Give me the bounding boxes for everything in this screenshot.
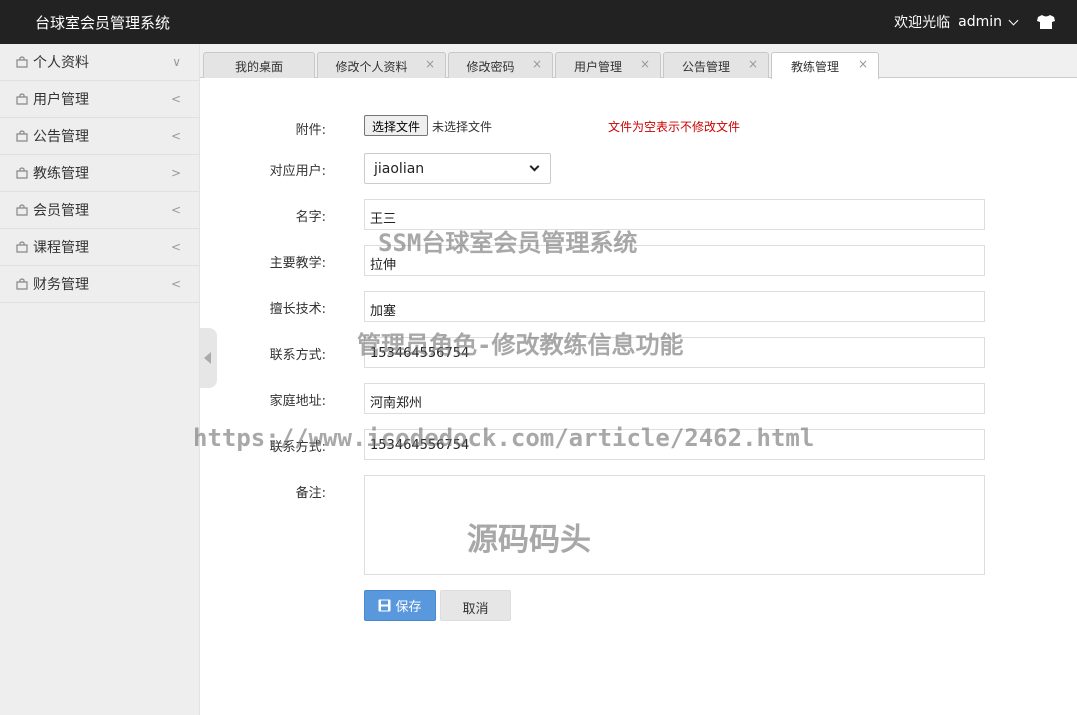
sidebar-item-label: 教练管理 [33, 166, 89, 182]
user-menu[interactable]: admin [958, 14, 1002, 30]
tab-user-management[interactable]: 用户管理 × [555, 52, 661, 78]
sidebar-item-label: 课程管理 [33, 240, 89, 256]
address-field[interactable]: 河南郑州 [364, 383, 985, 414]
tab-change-password[interactable]: 修改密码 × [448, 52, 553, 78]
address-label: 家庭地址: [269, 394, 326, 409]
tab-label: 用户管理 [573, 60, 622, 74]
remark-textarea[interactable] [364, 475, 985, 575]
close-icon[interactable]: × [640, 57, 650, 71]
header-user-area: 欢迎光临 admin [894, 12, 1055, 32]
cancel-button[interactable]: 取消 [440, 590, 511, 621]
tab-desktop[interactable]: 我的桌面 [203, 52, 315, 78]
chevron-left-icon: < [170, 240, 181, 254]
watermark-title: SSM台球室会员管理系统 [378, 229, 638, 257]
sidebar-item-label: 财务管理 [33, 277, 89, 293]
sidebar-item-label: 个人资料 [33, 55, 89, 71]
bag-icon [16, 93, 28, 105]
chevron-down-icon[interactable] [1008, 15, 1019, 25]
save-label: 保存 [395, 600, 422, 615]
save-button[interactable]: 保存 [364, 590, 436, 621]
skill-field[interactable]: 加塞 [364, 291, 985, 322]
watermark-brand: 源码码头 [467, 522, 591, 558]
sidebar: 个人资料 ∨ 用户管理 < 公告管理 < 教练管理 > 会员管理 < 课程管理 … [0, 44, 200, 715]
sidebar-item-courses[interactable]: 课程管理 < [0, 229, 199, 266]
tab-label: 我的桌面 [234, 60, 283, 74]
tab-edit-profile[interactable]: 修改个人资料 × [317, 52, 446, 78]
tab-bar: 我的桌面 修改个人资料 × 修改密码 × 用户管理 × 公告管理 × 教练管理 … [200, 44, 1077, 79]
close-icon[interactable]: × [532, 57, 542, 71]
sidebar-item-label: 会员管理 [33, 203, 89, 219]
close-icon[interactable]: × [748, 57, 758, 71]
bag-icon [16, 278, 28, 290]
sidebar-item-finance[interactable]: 财务管理 < [0, 266, 199, 303]
user-label: 对应用户: [269, 164, 326, 179]
user-select[interactable]: jiaolian [364, 153, 551, 184]
close-icon[interactable]: × [425, 57, 435, 71]
tab-coach-management[interactable]: 教练管理 × [771, 52, 879, 79]
teaching-label: 主要教学: [269, 256, 326, 271]
tab-label: 修改密码 [466, 60, 515, 74]
file-status: 未选择文件 [432, 120, 493, 134]
sidebar-item-label: 公告管理 [33, 129, 89, 145]
sidebar-item-users[interactable]: 用户管理 < [0, 81, 199, 118]
top-header: 台球室会员管理系统 欢迎光临 admin [0, 0, 1077, 44]
chevron-left-icon: < [170, 277, 181, 291]
triangle-left-icon [204, 352, 211, 364]
sidebar-item-notices[interactable]: 公告管理 < [0, 118, 199, 155]
sidebar-collapse-toggle[interactable] [200, 328, 217, 388]
sidebar-item-label: 用户管理 [33, 92, 89, 108]
floppy-disk-icon [378, 599, 391, 612]
chevron-right-icon: > [170, 166, 181, 180]
sidebar-item-members[interactable]: 会员管理 < [0, 192, 199, 229]
user-select-value: jiaolian [374, 161, 425, 177]
chevron-left-icon: < [170, 92, 181, 106]
bag-icon [16, 204, 28, 216]
tab-label: 教练管理 [790, 60, 839, 74]
contact-label: 联系方式: [269, 348, 326, 363]
bag-icon [16, 241, 28, 253]
watermark-subtitle: 管理员角色-修改教练信息功能 [357, 331, 684, 359]
sidebar-item-coaches[interactable]: 教练管理 > [0, 155, 199, 192]
name-label: 名字: [295, 210, 326, 225]
sidebar-item-profile[interactable]: 个人资料 ∨ [0, 44, 199, 81]
close-icon[interactable]: × [858, 57, 868, 71]
chevron-down-icon: ∨ [172, 55, 181, 69]
bag-icon [16, 130, 28, 142]
choose-file-button[interactable]: 选择文件 [364, 115, 428, 136]
remark-label: 备注: [295, 486, 326, 501]
file-note: 文件为空表示不修改文件 [608, 120, 741, 134]
bag-icon [16, 167, 28, 179]
tab-label: 公告管理 [681, 60, 730, 74]
chevron-down-icon [529, 161, 540, 172]
watermark-url: https://www.icodedock.com/article/2462.h… [193, 424, 815, 452]
skill-label: 擅长技术: [269, 302, 326, 317]
chevron-left-icon: < [170, 203, 181, 217]
chevron-left-icon: < [170, 129, 181, 143]
tab-label: 修改个人资料 [335, 60, 408, 74]
welcome-text: 欢迎光临 [894, 15, 951, 31]
attachment-label: 附件: [295, 123, 326, 138]
tshirt-icon[interactable] [1037, 15, 1055, 29]
tab-notice-management[interactable]: 公告管理 × [663, 52, 769, 78]
app-title: 台球室会员管理系统 [35, 14, 171, 32]
bag-icon [16, 56, 28, 68]
